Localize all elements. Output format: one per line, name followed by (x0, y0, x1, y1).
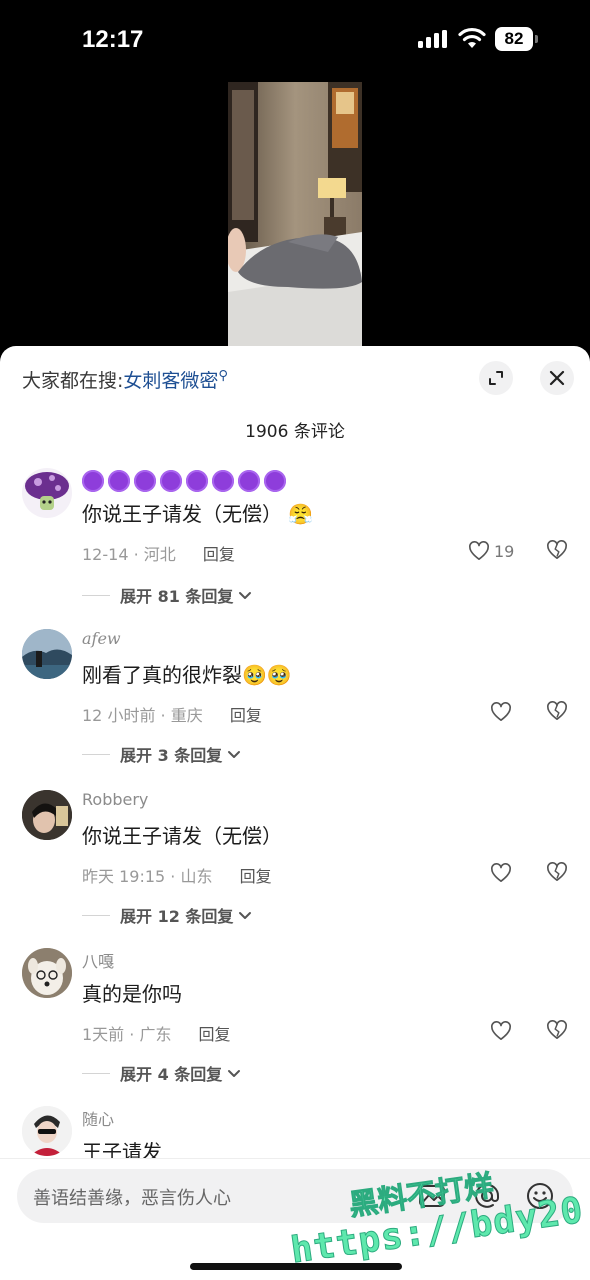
battery-level: 82 (495, 27, 533, 51)
expand-replies[interactable]: 展开 3 条回复 (82, 742, 242, 766)
emoji-icon[interactable] (525, 1181, 555, 1211)
expand-replies-label: 展开 12 条回复 (120, 907, 234, 926)
avatar[interactable] (22, 468, 72, 518)
username[interactable]: afew (82, 629, 121, 648)
search-icon: ⚲ (218, 368, 228, 384)
chevron-down-icon (228, 1070, 241, 1077)
comment-input-placeholder: 善语结善缘，恶言伤人心 (33, 1188, 231, 1209)
expand-icon (489, 371, 503, 385)
reply-button[interactable]: 回复 (230, 706, 262, 725)
broken-heart-icon (547, 701, 567, 720)
comment-emoji: 🥹🥹 (242, 663, 292, 687)
comment-input-bar: 善语结善缘，恶言伤人心 (0, 1158, 590, 1280)
comment-input[interactable]: 善语结善缘，恶言伤人心 (17, 1169, 573, 1223)
comment-text: 真的是你吗 (82, 982, 182, 1006)
comment-count: 1906 条评论 (245, 422, 345, 442)
signal-icon (418, 30, 447, 48)
comment-meta: 昨天 19:15 · 山东 回复 (82, 863, 272, 887)
battery-icon: 82 (495, 27, 539, 51)
dislike-button[interactable] (546, 1020, 568, 1044)
chevron-down-icon (228, 751, 241, 758)
heart-icon (491, 702, 511, 721)
dislike-button[interactable] (546, 701, 568, 725)
like-button[interactable]: 19 (468, 540, 514, 562)
comment-meta: 12 小时前 · 重庆 回复 (82, 702, 262, 726)
username[interactable]: 随心 (82, 1106, 114, 1130)
video-thumbnail (228, 82, 362, 352)
expand-replies-label: 展开 3 条回复 (120, 746, 223, 765)
comment-text: 你说王子请发（无偿） (82, 824, 282, 848)
expand-replies[interactable]: 展开 81 条回复 (82, 583, 253, 607)
chevron-down-icon (239, 592, 252, 599)
search-suggestion[interactable]: 大家都在搜:女刺客微密⚲ (22, 366, 228, 393)
like-button[interactable] (490, 862, 512, 884)
avatar[interactable] (22, 629, 72, 679)
at-icon[interactable] (472, 1181, 502, 1211)
like-count: 19 (494, 541, 515, 561)
heart-icon (469, 541, 489, 560)
heart-icon (491, 1021, 511, 1040)
chevron-down-icon (239, 912, 252, 919)
search-prefix: 大家都在搜: (22, 370, 124, 392)
heart-icon (491, 863, 511, 882)
broken-heart-icon (547, 1020, 567, 1039)
comment-item: 随心 王子请发 (0, 1106, 590, 1166)
search-term-link[interactable]: 女刺客微密 (123, 370, 218, 392)
username[interactable]: Robbery (82, 790, 148, 809)
comment-text: 你说王子请发（无偿） 😤 (82, 502, 314, 526)
avatar[interactable] (22, 790, 72, 840)
image-icon[interactable] (417, 1181, 447, 1211)
wifi-icon (458, 27, 486, 48)
like-button[interactable] (490, 1020, 512, 1042)
expand-replies-label: 展开 81 条回复 (120, 587, 234, 606)
dislike-button[interactable] (546, 540, 568, 564)
broken-heart-icon (547, 540, 567, 559)
username-decoration (82, 470, 286, 492)
expand-replies-label: 展开 4 条回复 (120, 1065, 223, 1084)
close-button[interactable] (540, 361, 574, 395)
expand-replies[interactable]: 展开 4 条回复 (82, 1061, 242, 1085)
close-icon (549, 370, 565, 386)
reply-button[interactable]: 回复 (203, 545, 235, 564)
status-bar: 12:17 82 (0, 0, 590, 80)
comment-item: afew 刚看了真的很炸裂🥹🥹 12 小时前 · 重庆 回复 展开 3 条回复 (0, 629, 590, 779)
comment-item: Robbery 你说王子请发（无偿） 昨天 19:15 · 山东 回复 展开 1… (0, 790, 590, 940)
comment-date: 昨天 19:15 · 山东 (82, 867, 213, 886)
broken-heart-icon (547, 862, 567, 881)
expand-button[interactable] (479, 361, 513, 395)
comment-sheet: 大家都在搜:女刺客微密⚲ 1906 条评论 你说王子请发（无偿） 😤 12-14… (0, 346, 590, 1280)
expand-replies[interactable]: 展开 12 条回复 (82, 903, 253, 927)
home-indicator (190, 1263, 402, 1270)
reply-button[interactable]: 回复 (240, 867, 272, 886)
reply-button[interactable]: 回复 (199, 1025, 231, 1044)
comment-item: 你说王子请发（无偿） 😤 12-14 · 河北 回复 19 展开 81 条回复 (0, 468, 590, 618)
comment-emoji: 😤 (288, 502, 314, 526)
comment-item: 八嘎 真的是你吗 1天前 · 广东 回复 展开 4 条回复 (0, 948, 590, 1098)
comment-meta: 1天前 · 广东 回复 (82, 1021, 231, 1045)
comment-meta: 12-14 · 河北 回复 (82, 541, 235, 565)
video-player[interactable] (0, 80, 590, 360)
status-time: 12:17 (82, 26, 144, 53)
comment-date: 12 小时前 · 重庆 (82, 706, 203, 725)
avatar[interactable] (22, 948, 72, 998)
username[interactable]: 八嘎 (82, 948, 114, 972)
comment-date: 12-14 · 河北 (82, 545, 176, 564)
dislike-button[interactable] (546, 862, 568, 886)
comment-text: 刚看了真的很炸裂🥹🥹 (82, 663, 292, 687)
like-button[interactable] (490, 701, 512, 723)
comment-date: 1天前 · 广东 (82, 1025, 172, 1044)
avatar[interactable] (22, 1106, 72, 1156)
